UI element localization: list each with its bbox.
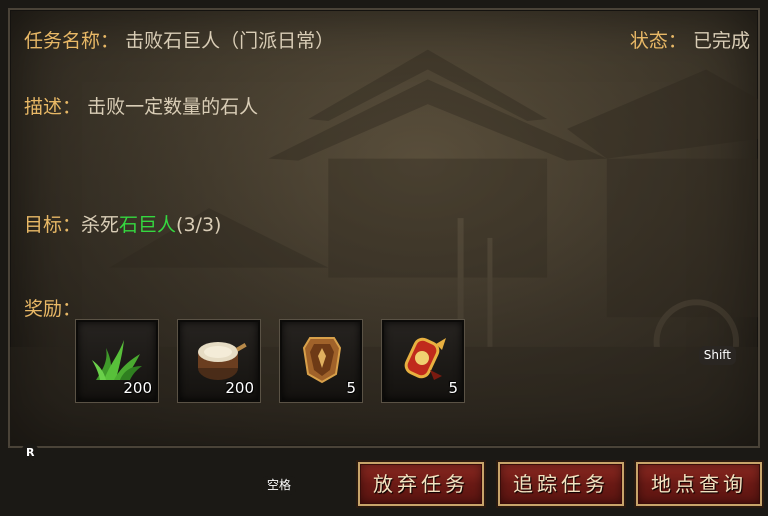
reward-slot[interactable]: 5 [382,320,464,402]
abandon-quest-button[interactable]: 放弃任务 [358,462,484,506]
quest-state-row: 状态： 已完成 [630,26,750,53]
quest-detail-panel: 任务名称： 击败石巨人（门派日常） 状态： 已完成 描述： 击败一定数量的石人 … [8,8,760,448]
quest-goal-prefix: 杀死 [81,214,120,236]
reward-count: 200 [225,379,254,397]
quest-name-row: 任务名称： 击败石巨人（门派日常） [24,26,334,53]
reward-count: 5 [346,379,356,397]
red-scroll-talisman-icon [404,337,446,380]
reward-count: 200 [123,379,152,397]
quest-reward-label: 奖励： [24,298,82,320]
bronze-armor-icon [302,337,342,384]
quest-goal-row: 目标：杀死石巨人(3/3) [24,210,221,237]
quest-name-value: 击败石巨人（门派日常） [125,30,335,52]
shift-key-hint: Shift [698,346,736,365]
reward-slot[interactable]: 200 [178,320,260,402]
quest-description-label: 描述： [24,96,82,118]
reward-slot[interactable]: 200 [76,320,158,402]
track-quest-button[interactable]: 追踪任务 [498,462,624,506]
quest-description-value: 击败一定数量的石人 [87,96,259,118]
quest-state-label: 状态： [629,30,687,52]
quest-description-row: 描述： 击败一定数量的石人 [24,92,258,119]
herb-grass-icon [92,340,142,380]
quest-goal-target[interactable]: 石巨人 [119,214,176,236]
r-key-hint: R [22,444,39,461]
reward-slot[interactable]: 5 [280,320,362,402]
quest-name-label: 任务名称： [24,30,120,52]
quest-goal-progress: (3/3) [176,214,222,236]
quest-state-value: 已完成 [692,30,750,52]
space-key-hint: 空格 [262,476,297,495]
quest-goal-label: 目标： [24,214,82,236]
drum-icon [198,342,247,380]
location-query-button[interactable]: 地点查询 [636,462,762,506]
reward-count: 5 [448,379,458,397]
